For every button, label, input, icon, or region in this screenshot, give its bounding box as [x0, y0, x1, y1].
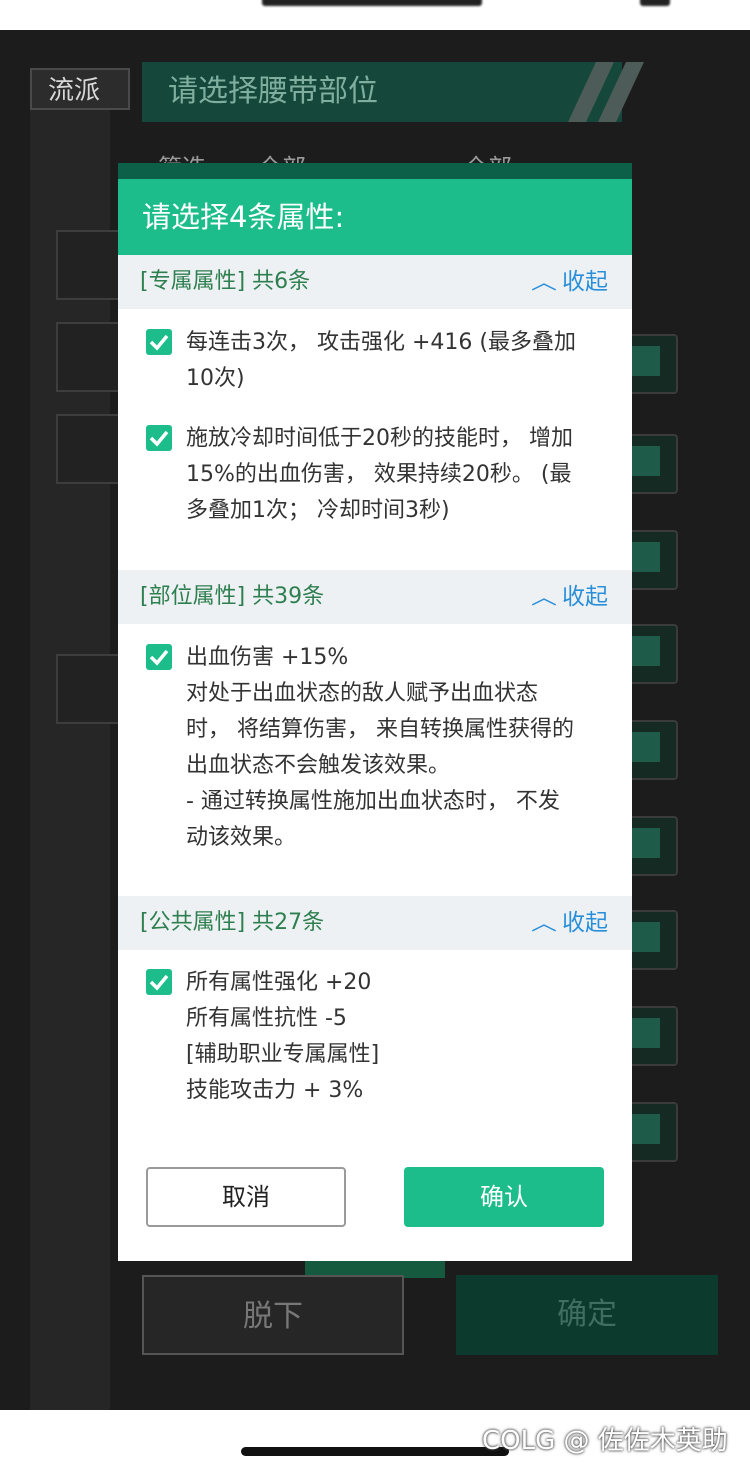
collapse-label: 收起 [562, 269, 608, 295]
option-line: 技能攻击力 + 3% [186, 1078, 364, 1103]
background-remove-button: 脱下 [142, 1275, 404, 1355]
section-header-exclusive: [专属属性] 共6条 ︿ 收起 [118, 255, 632, 309]
chevron-up-icon: ︿ [531, 585, 557, 609]
option-text: 所有属性强化 +20 所有属性抗性 -5 [辅助职业专属属性] 技能攻击力 + … [186, 965, 618, 1109]
status-bar [0, 0, 750, 30]
cancel-button[interactable]: 取消 [146, 1167, 346, 1227]
option-line: 所有属性强化 +20 [186, 970, 372, 995]
chevron-up-icon: ︿ [531, 911, 557, 935]
checkbox-checked-icon[interactable] [146, 329, 172, 355]
option-line: 多叠加1次； 冷却时间3秒) [186, 498, 450, 523]
option-line: 动该效果。 [186, 825, 297, 850]
section-title: [专属属性] 共6条 [140, 269, 311, 294]
collapse-button[interactable]: ︿ 收起 [531, 255, 608, 309]
section-header-slot: [部位属性] 共39条 ︿ 收起 [118, 570, 632, 624]
background-confirm-button: 确定 [456, 1275, 718, 1355]
background-item [56, 654, 120, 724]
attribute-select-dialog: 请选择4条属性: [专属属性] 共6条 ︿ 收起 每连击3次， 攻击强化 +416… [118, 163, 632, 1261]
watermark: COLG @ 佐佐木英助 [482, 1426, 728, 1456]
checkbox-checked-icon[interactable] [146, 969, 172, 995]
option-line: 10次) [186, 366, 245, 391]
section-title: [部位属性] 共39条 [140, 584, 325, 609]
confirm-button[interactable]: 确认 [404, 1167, 604, 1227]
option-line: 时， 将结算伤害， 来自转换属性获得的 [186, 717, 574, 742]
background-item [56, 322, 120, 392]
option-line: 所有属性抗性 -5 [186, 1006, 347, 1031]
checkbox-checked-icon[interactable] [146, 644, 172, 670]
section-title: [公共属性] 共27条 [140, 910, 325, 935]
option-text: 每连击3次， 攻击强化 +416 (最多叠加 10次) [186, 325, 618, 397]
collapse-button[interactable]: ︿ 收起 [531, 896, 608, 950]
collapse-button[interactable]: ︿ 收起 [531, 570, 608, 624]
option-line: [辅助职业专属属性] [186, 1042, 380, 1067]
dialog-title: 请选择4条属性: [118, 179, 632, 255]
checkbox-checked-icon[interactable] [146, 425, 172, 451]
dialog-top-border [118, 163, 632, 179]
background-tag: 流派 [30, 68, 130, 110]
option-line: 施放冷却时间低于20秒的技能时， 增加 [186, 426, 573, 451]
section-header-common: [公共属性] 共27条 ︿ 收起 [118, 896, 632, 950]
background-item [56, 414, 120, 484]
option-line: 对处于出血状态的敌人赋予出血状态 [186, 681, 539, 706]
home-indicator[interactable] [241, 1447, 509, 1456]
collapse-label: 收起 [562, 910, 608, 936]
option-text: 施放冷却时间低于20秒的技能时， 增加 15%的出血伤害， 效果持续20秒。 (… [186, 421, 618, 529]
option-line: 出血伤害 +15% [186, 645, 349, 670]
option-line: 15%的出血伤害， 效果持续20秒。 (最 [186, 462, 572, 487]
chevron-up-icon: ︿ [531, 270, 557, 294]
background-title-text: 请选择腰带部位 [168, 74, 378, 109]
collapse-label: 收起 [562, 584, 608, 610]
option-text: 出血伤害 +15% 对处于出血状态的敌人赋予出血状态 时， 将结算伤害， 来自转… [186, 640, 618, 856]
option-line: 每连击3次， 攻击强化 +416 (最多叠加 [186, 330, 576, 355]
background-title: 请选择腰带部位 [142, 62, 644, 122]
option-line: - 通过转换属性施加出血状态时， 不发 [186, 789, 560, 814]
option-line: 出血状态不会触发该效果。 [186, 753, 451, 778]
background-item [56, 230, 120, 300]
